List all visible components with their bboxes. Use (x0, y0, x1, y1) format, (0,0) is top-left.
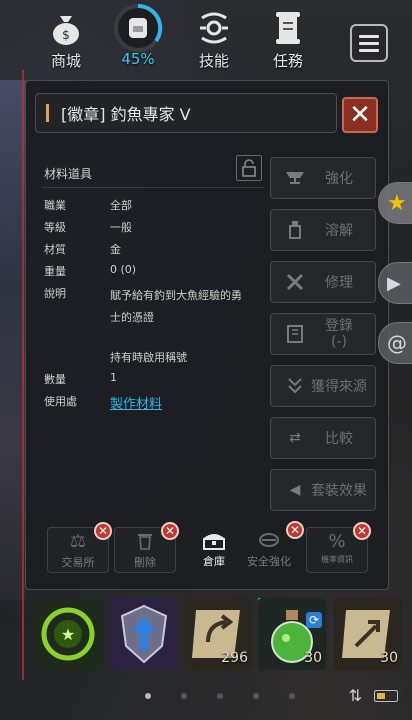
exchange-button[interactable]: ⚖ 交易所 ✕ (47, 522, 112, 573)
shop-label: 商城 (50, 52, 81, 70)
scroll-icon (268, 8, 308, 48)
lock-icon[interactable] (236, 155, 262, 181)
svg-text:★: ★ (61, 625, 75, 644)
green-star-emblem-icon: ★ (41, 607, 95, 661)
register-count: (-) (331, 334, 347, 350)
skill-icon (194, 8, 234, 48)
safe-enhance-button[interactable]: 安全強化 ✕ (238, 521, 304, 573)
blue-shield-up-icon (120, 604, 168, 664)
page-dot[interactable] (253, 693, 259, 699)
disabled-badge-icon: ✕ (94, 522, 112, 540)
battery-icon (374, 689, 398, 702)
swirl-tab[interactable]: @ (378, 322, 412, 364)
disabled-badge-icon: ✕ (286, 521, 304, 539)
probability-info-button[interactable]: % 機率資訊 ✕ (306, 522, 371, 573)
skill-button[interactable]: 技能 (184, 8, 244, 71)
system-status: ⇅ (349, 686, 398, 705)
book-icon (281, 324, 309, 344)
background-edge (22, 70, 24, 680)
dissolve-button[interactable]: 溶解 (270, 209, 376, 251)
favorite-tab[interactable]: ★ (378, 182, 412, 224)
compare-button[interactable]: ⇄ 比較 (270, 417, 376, 459)
register-label: 登錄 (325, 318, 353, 334)
page-dot[interactable] (181, 693, 187, 699)
page-dot[interactable] (217, 693, 223, 699)
svg-text:$: $ (62, 28, 70, 42)
top-bar: $ 商城 45% 技能 任務 (0, 0, 412, 78)
quick-slot-5[interactable]: 30 (334, 598, 402, 670)
inventory-button[interactable]: 45% (108, 3, 168, 68)
usage-link[interactable]: 製作材料 (110, 393, 260, 412)
quick-slot-4-qty: 30 (304, 650, 322, 666)
quest-button[interactable]: 任務 (258, 8, 318, 71)
close-button[interactable]: ✕ (342, 97, 378, 133)
money-bag-icon: $ (46, 8, 86, 48)
quest-label: 任務 (272, 52, 303, 70)
quick-slot-5-qty: 30 (380, 650, 398, 666)
source-button[interactable]: 獲得來源 (270, 365, 376, 407)
item-title: [徽章] 釣魚專家 V (61, 105, 191, 124)
item-detail-panel: [徽章] 釣魚專家 V ✕ 材料道具 職業 全部 等級 一般 材質 金 重量 0… (25, 80, 389, 590)
play-tab[interactable]: ▶ (378, 262, 412, 304)
potion-bottle-icon (281, 220, 309, 240)
compare-arrows-icon: ⇄ (289, 430, 301, 446)
quick-slot-3[interactable]: 296 (184, 598, 252, 670)
quickbar-page-indicator (145, 693, 295, 699)
play-icon: ▶ (387, 272, 401, 294)
delete-button[interactable]: 刪除 ✕ (114, 522, 179, 573)
set-effect-button[interactable]: ◀ 套裝效果 (270, 469, 376, 511)
enhance-button[interactable]: 強化 (270, 157, 376, 199)
swirl-icon: @ (387, 331, 407, 355)
backpack-icon (112, 2, 164, 54)
quick-slot-1[interactable]: ★ (34, 598, 102, 670)
quick-slot-2[interactable] (110, 598, 178, 670)
close-icon: ✕ (349, 100, 371, 130)
quick-slot-3-qty: 296 (221, 650, 248, 666)
warehouse-button[interactable]: 倉庫 (183, 527, 245, 573)
quick-slot-4[interactable]: ⟳ 30 (258, 598, 326, 670)
item-category: 材料道具 (44, 167, 93, 181)
triangle-left-icon: ◀ (289, 482, 301, 498)
source-icon (281, 376, 309, 396)
disabled-badge-icon: ✕ (161, 522, 179, 540)
star-icon: ★ (387, 190, 407, 216)
title-accent-bar (46, 104, 49, 122)
page-dot[interactable] (145, 693, 151, 699)
chest-icon (183, 527, 245, 553)
item-info-area: 材料道具 職業 全部 等級 一般 材質 金 重量 0 (0) 說明 賦予給有釣到… (36, 153, 264, 523)
repair-button[interactable]: 修理 (270, 261, 376, 303)
divider (42, 187, 264, 188)
auto-refresh-icon: ⟳ (306, 612, 322, 628)
anvil-icon (281, 170, 309, 186)
page-dot[interactable] (289, 693, 295, 699)
register-button[interactable]: 登錄 (-) (270, 313, 376, 355)
shop-button[interactable]: $ 商城 (36, 8, 96, 71)
network-icon: ⇅ (348, 686, 362, 705)
hamburger-menu-icon[interactable] (350, 24, 388, 62)
tools-icon (281, 272, 309, 292)
skill-label: 技能 (198, 52, 229, 70)
disabled-badge-icon: ✕ (353, 522, 371, 540)
item-title-bar: [徽章] 釣魚專家 V (35, 93, 337, 133)
